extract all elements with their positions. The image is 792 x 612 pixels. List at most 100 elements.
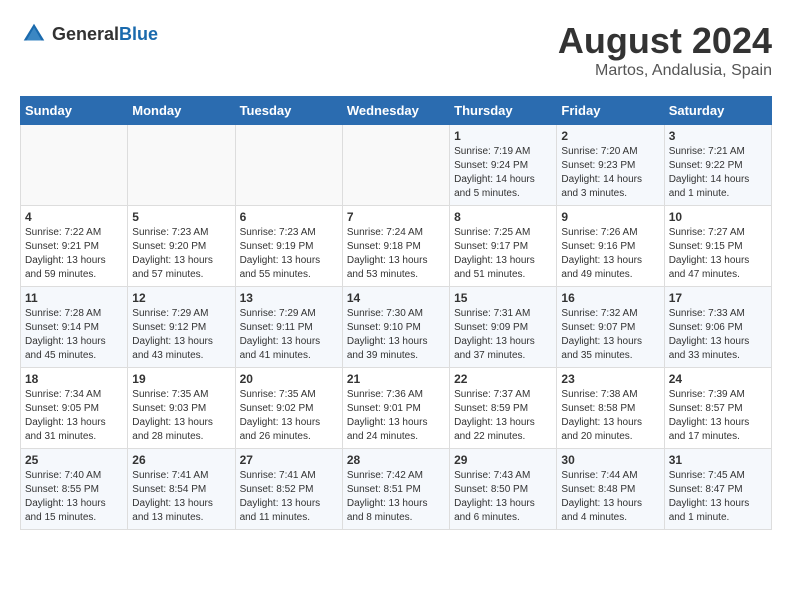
day-cell: 17 Sunrise: 7:33 AM Sunset: 9:06 PM Dayli… xyxy=(664,287,771,368)
day-number: 3 xyxy=(669,129,767,143)
day-cell: 10Sunrise: 7:27 AM Sunset: 9:15 PM Dayli… xyxy=(664,206,771,287)
day-info: Sunrise: 7:34 AM Sunset: 9:05 PM Dayligh… xyxy=(25,388,123,444)
day-cell: 25 Sunrise: 7:40 AM Sunset: 8:55 PM Dayli… xyxy=(21,449,128,530)
weekday-header-sunday: Sunday xyxy=(21,97,128,125)
day-number: 21 xyxy=(347,372,445,386)
day-cell xyxy=(342,125,449,206)
day-number: 16 xyxy=(561,291,659,305)
day-cell: 13 Sunrise: 7:29 AM Sunset: 9:11 PM Dayli… xyxy=(235,287,342,368)
day-info: Sunrise: 7:35 AM Sunset: 9:02 PM Dayligh… xyxy=(240,388,338,444)
day-number: 24 xyxy=(669,372,767,386)
day-info: Sunrise: 7:25 AM Sunset: 9:17 PM Dayligh… xyxy=(454,226,552,282)
day-info: Sunrise: 7:33 AM Sunset: 9:06 PM Dayligh… xyxy=(669,307,767,363)
month-year: August 2024 xyxy=(558,20,772,62)
day-number: 17 xyxy=(669,291,767,305)
day-cell: 11 Sunrise: 7:28 AM Sunset: 9:14 PM Dayli… xyxy=(21,287,128,368)
day-info: Sunrise: 7:19 AM Sunset: 9:24 PM Dayligh… xyxy=(454,145,552,201)
logo-blue: Blue xyxy=(119,24,158,44)
day-number: 20 xyxy=(240,372,338,386)
day-cell: 2 Sunrise: 7:20 AM Sunset: 9:23 PM Daylig… xyxy=(557,125,664,206)
logo-general: General xyxy=(52,24,119,44)
day-cell xyxy=(235,125,342,206)
day-number: 2 xyxy=(561,129,659,143)
day-cell: 24Sunrise: 7:39 AM Sunset: 8:57 PM Dayli… xyxy=(664,368,771,449)
day-cell: 9 Sunrise: 7:26 AM Sunset: 9:16 PM Daylig… xyxy=(557,206,664,287)
day-number: 27 xyxy=(240,453,338,467)
day-cell: 31 Sunrise: 7:45 AM Sunset: 8:47 PM Dayli… xyxy=(664,449,771,530)
day-cell: 7 Sunrise: 7:24 AM Sunset: 9:18 PM Daylig… xyxy=(342,206,449,287)
day-info: Sunrise: 7:29 AM Sunset: 9:12 PM Dayligh… xyxy=(132,307,230,363)
day-cell: 16 Sunrise: 7:32 AM Sunset: 9:07 PM Dayli… xyxy=(557,287,664,368)
day-info: Sunrise: 7:26 AM Sunset: 9:16 PM Dayligh… xyxy=(561,226,659,282)
day-number: 15 xyxy=(454,291,552,305)
day-info: Sunrise: 7:32 AM Sunset: 9:07 PM Dayligh… xyxy=(561,307,659,363)
day-cell: 4 Sunrise: 7:22 AM Sunset: 9:21 PM Daylig… xyxy=(21,206,128,287)
week-row-2: 4 Sunrise: 7:22 AM Sunset: 9:21 PM Daylig… xyxy=(21,206,772,287)
day-info: Sunrise: 7:29 AM Sunset: 9:11 PM Dayligh… xyxy=(240,307,338,363)
day-number: 9 xyxy=(561,210,659,224)
day-number: 19 xyxy=(132,372,230,386)
day-number: 4 xyxy=(25,210,123,224)
day-number: 31 xyxy=(669,453,767,467)
day-cell: 22Sunrise: 7:37 AM Sunset: 8:59 PM Dayli… xyxy=(450,368,557,449)
day-info: Sunrise: 7:38 AM Sunset: 8:58 PM Dayligh… xyxy=(561,388,659,444)
calendar-table: SundayMondayTuesdayWednesdayThursdayFrid… xyxy=(20,96,772,530)
day-number: 5 xyxy=(132,210,230,224)
day-info: Sunrise: 7:23 AM Sunset: 9:20 PM Dayligh… xyxy=(132,226,230,282)
day-number: 26 xyxy=(132,453,230,467)
week-row-4: 18 Sunrise: 7:34 AM Sunset: 9:05 PM Dayli… xyxy=(21,368,772,449)
day-number: 29 xyxy=(454,453,552,467)
day-info: Sunrise: 7:31 AM Sunset: 9:09 PM Dayligh… xyxy=(454,307,552,363)
day-cell: 20 Sunrise: 7:35 AM Sunset: 9:02 PM Dayli… xyxy=(235,368,342,449)
weekday-header-friday: Friday xyxy=(557,97,664,125)
day-cell: 1 Sunrise: 7:19 AM Sunset: 9:24 PM Daylig… xyxy=(450,125,557,206)
day-cell: 12 Sunrise: 7:29 AM Sunset: 9:12 PM Dayli… xyxy=(128,287,235,368)
day-number: 1 xyxy=(454,129,552,143)
weekday-header-saturday: Saturday xyxy=(664,97,771,125)
week-row-3: 11 Sunrise: 7:28 AM Sunset: 9:14 PM Dayli… xyxy=(21,287,772,368)
day-number: 6 xyxy=(240,210,338,224)
day-info: Sunrise: 7:42 AM Sunset: 8:51 PM Dayligh… xyxy=(347,469,445,525)
day-cell: 18 Sunrise: 7:34 AM Sunset: 9:05 PM Dayli… xyxy=(21,368,128,449)
day-info: Sunrise: 7:24 AM Sunset: 9:18 PM Dayligh… xyxy=(347,226,445,282)
page-header: GeneralBlue August 2024 Martos, Andalusi… xyxy=(20,20,772,80)
day-info: Sunrise: 7:22 AM Sunset: 9:21 PM Dayligh… xyxy=(25,226,123,282)
day-cell xyxy=(128,125,235,206)
day-number: 25 xyxy=(25,453,123,467)
day-number: 12 xyxy=(132,291,230,305)
day-number: 13 xyxy=(240,291,338,305)
day-cell: 14Sunrise: 7:30 AM Sunset: 9:10 PM Dayli… xyxy=(342,287,449,368)
day-cell: 29 Sunrise: 7:43 AM Sunset: 8:50 PM Dayli… xyxy=(450,449,557,530)
day-number: 18 xyxy=(25,372,123,386)
day-cell: 23 Sunrise: 7:38 AM Sunset: 8:58 PM Dayli… xyxy=(557,368,664,449)
day-cell: 26Sunrise: 7:41 AM Sunset: 8:54 PM Dayli… xyxy=(128,449,235,530)
day-info: Sunrise: 7:28 AM Sunset: 9:14 PM Dayligh… xyxy=(25,307,123,363)
day-number: 14 xyxy=(347,291,445,305)
logo-text: GeneralBlue xyxy=(52,24,158,45)
day-number: 7 xyxy=(347,210,445,224)
weekday-header-row: SundayMondayTuesdayWednesdayThursdayFrid… xyxy=(21,97,772,125)
weekday-header-wednesday: Wednesday xyxy=(342,97,449,125)
day-info: Sunrise: 7:40 AM Sunset: 8:55 PM Dayligh… xyxy=(25,469,123,525)
logo: GeneralBlue xyxy=(20,20,158,48)
day-cell: 28Sunrise: 7:42 AM Sunset: 8:51 PM Dayli… xyxy=(342,449,449,530)
week-row-1: 1 Sunrise: 7:19 AM Sunset: 9:24 PM Daylig… xyxy=(21,125,772,206)
day-info: Sunrise: 7:27 AM Sunset: 9:15 PM Dayligh… xyxy=(669,226,767,282)
weekday-header-tuesday: Tuesday xyxy=(235,97,342,125)
day-cell: 5 Sunrise: 7:23 AM Sunset: 9:20 PM Daylig… xyxy=(128,206,235,287)
day-info: Sunrise: 7:20 AM Sunset: 9:23 PM Dayligh… xyxy=(561,145,659,201)
day-cell: 21Sunrise: 7:36 AM Sunset: 9:01 PM Dayli… xyxy=(342,368,449,449)
day-info: Sunrise: 7:45 AM Sunset: 8:47 PM Dayligh… xyxy=(669,469,767,525)
day-number: 22 xyxy=(454,372,552,386)
day-number: 8 xyxy=(454,210,552,224)
day-number: 23 xyxy=(561,372,659,386)
title-area: August 2024 Martos, Andalusia, Spain xyxy=(558,20,772,80)
day-cell: 27Sunrise: 7:41 AM Sunset: 8:52 PM Dayli… xyxy=(235,449,342,530)
day-info: Sunrise: 7:44 AM Sunset: 8:48 PM Dayligh… xyxy=(561,469,659,525)
day-info: Sunrise: 7:21 AM Sunset: 9:22 PM Dayligh… xyxy=(669,145,767,201)
day-number: 11 xyxy=(25,291,123,305)
day-info: Sunrise: 7:43 AM Sunset: 8:50 PM Dayligh… xyxy=(454,469,552,525)
day-cell: 3 Sunrise: 7:21 AM Sunset: 9:22 PM Daylig… xyxy=(664,125,771,206)
day-info: Sunrise: 7:35 AM Sunset: 9:03 PM Dayligh… xyxy=(132,388,230,444)
day-cell: 8 Sunrise: 7:25 AM Sunset: 9:17 PM Daylig… xyxy=(450,206,557,287)
